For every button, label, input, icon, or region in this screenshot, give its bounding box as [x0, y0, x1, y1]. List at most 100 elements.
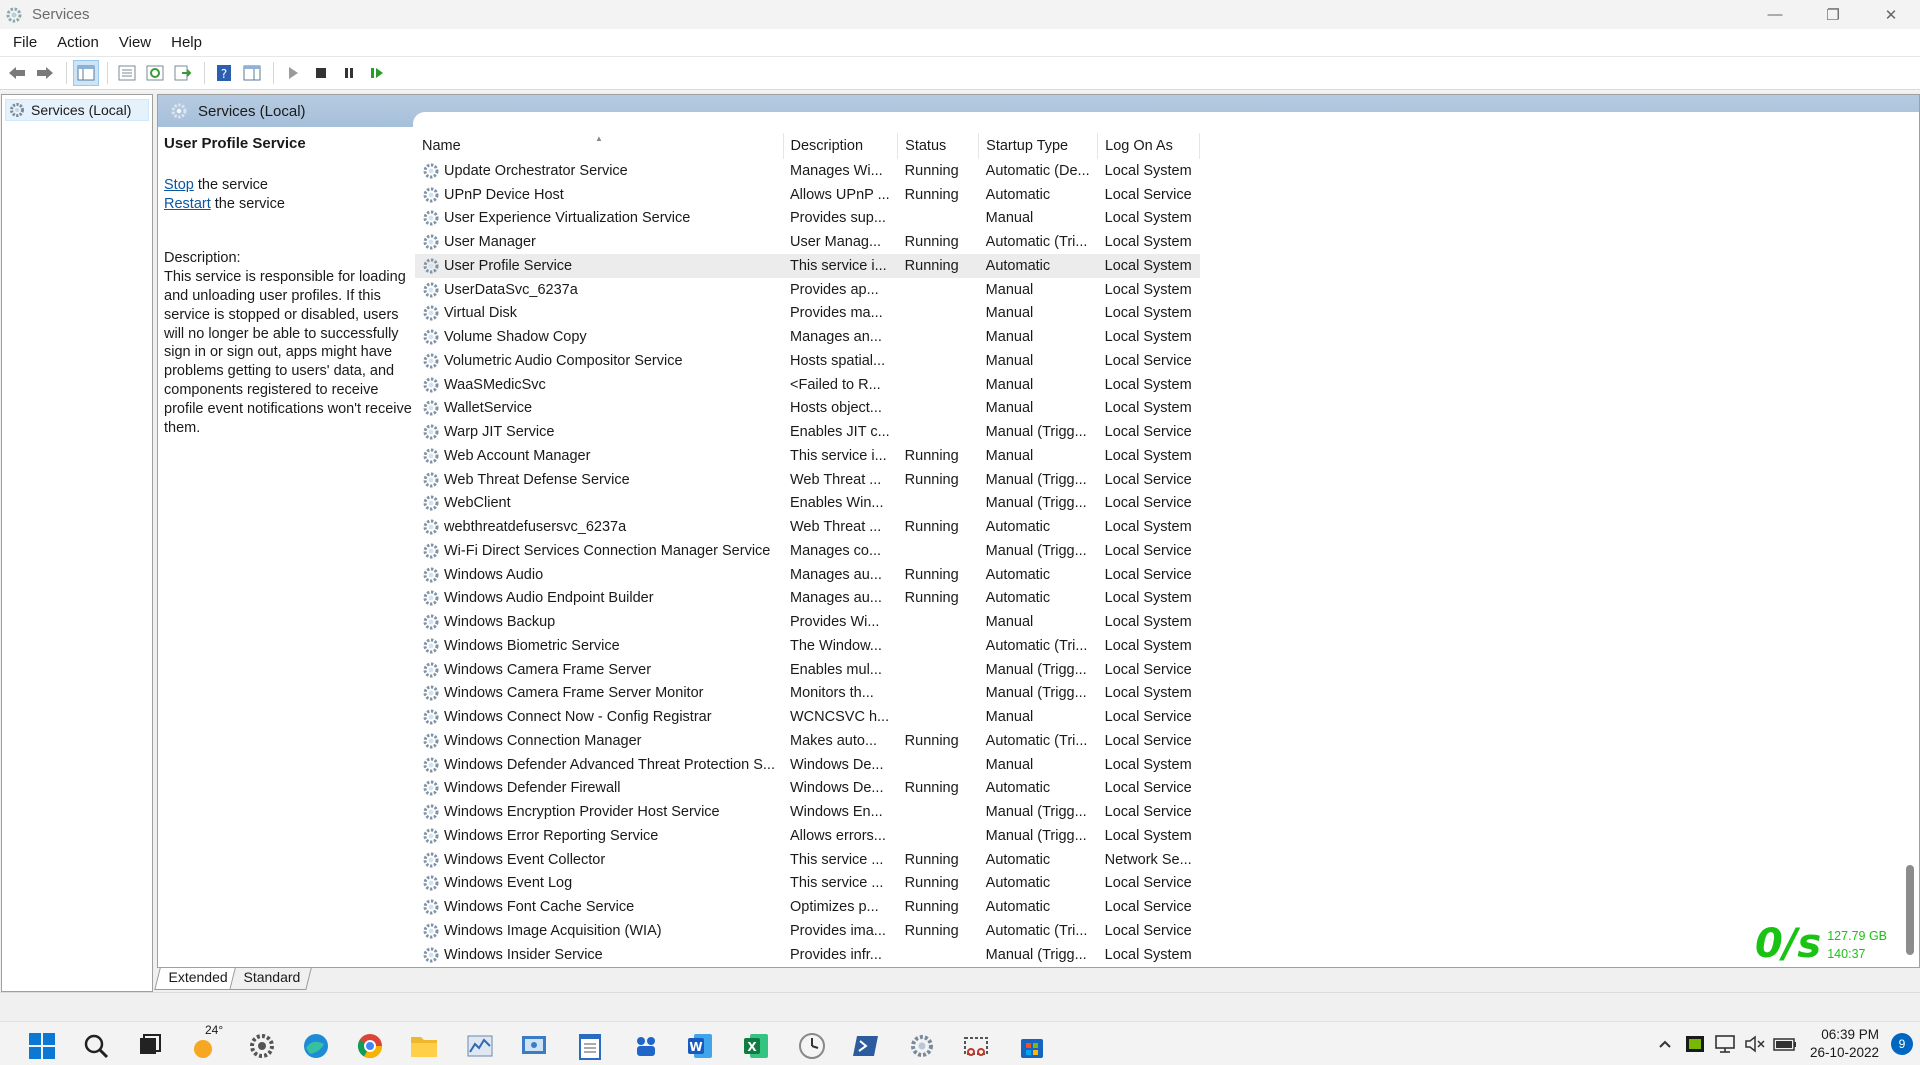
table-row[interactable]: Web Threat Defense Service Web Threat ...…: [415, 468, 1200, 492]
powershell-icon[interactable]: [850, 1030, 882, 1062]
clock-app-icon[interactable]: [796, 1030, 828, 1062]
stop-service-icon[interactable]: [308, 60, 334, 86]
chrome-browser-icon[interactable]: [354, 1030, 386, 1062]
table-row[interactable]: WalletService Hosts object... Manual Local …: [415, 397, 1200, 421]
service-name: Virtual Disk: [444, 305, 518, 322]
word-app-icon[interactable]: W: [684, 1030, 716, 1062]
cell-startup-type: Manual (Trigg...: [985, 661, 1087, 678]
menu-action[interactable]: Action: [49, 34, 107, 51]
control-panel-icon[interactable]: [518, 1030, 550, 1062]
back-arrow-icon[interactable]: [4, 60, 30, 86]
table-row[interactable]: UPnP Device Host Allows UPnP ... Running Au…: [415, 183, 1200, 207]
table-row[interactable]: Windows Defender Advanced Threat Protect…: [415, 753, 1200, 777]
start-service-icon[interactable]: [280, 60, 306, 86]
tab-extended[interactable]: Extended: [154, 968, 239, 990]
menu-file[interactable]: File: [5, 34, 45, 51]
menu-help[interactable]: Help: [163, 34, 210, 51]
table-row[interactable]: Volumetric Audio Compositor Service Hosts…: [415, 349, 1200, 373]
cell-status: [898, 373, 979, 397]
table-row[interactable]: Windows Insider Service Provides infr... M…: [415, 943, 1200, 967]
cell-log-on-as: Local Service: [1104, 495, 1192, 512]
cell-status: Running: [897, 254, 979, 278]
tab-standard[interactable]: Standard: [229, 968, 312, 990]
table-row[interactable]: Windows Camera Frame Server Enables mul..…: [415, 658, 1200, 682]
task-view-icon[interactable]: [134, 1030, 166, 1062]
vertical-scrollbar[interactable]: [1901, 127, 1919, 967]
table-row[interactable]: Windows Biometric Service The Window... Au…: [415, 634, 1200, 658]
chevron-up-icon[interactable]: [1652, 1031, 1678, 1057]
pause-service-icon[interactable]: [336, 60, 362, 86]
table-row[interactable]: Web Account Manager This service i... Runn…: [415, 444, 1200, 468]
table-row[interactable]: Windows Audio Endpoint Builder Manages au…: [415, 587, 1200, 611]
snipping-tool-icon[interactable]: [960, 1030, 992, 1062]
table-row[interactable]: Windows Audio Manages au... Running Automat…: [415, 563, 1200, 587]
table-row[interactable]: Windows Event Collector This service ... R…: [415, 848, 1200, 872]
edge-browser-icon[interactable]: [300, 1030, 332, 1062]
scrollbar-thumb[interactable]: [1906, 865, 1914, 955]
table-row[interactable]: Volume Shadow Copy Manages an... Manual Loc…: [415, 325, 1200, 349]
table-row[interactable]: Virtual Disk Provides ma... Manual Local Sy…: [415, 302, 1200, 326]
refresh-icon[interactable]: [142, 60, 168, 86]
performance-monitor-icon[interactable]: [464, 1030, 496, 1062]
table-row[interactable]: Windows Image Acquisition (WIA) Provides …: [415, 919, 1200, 943]
table-row[interactable]: Windows Connect Now - Config Registrar WC…: [415, 705, 1200, 729]
table-row[interactable]: webthreatdefusersvc_6237a Web Threat ... R…: [415, 515, 1200, 539]
forward-arrow-icon[interactable]: [32, 60, 58, 86]
store-app-icon[interactable]: [1016, 1030, 1048, 1062]
table-row[interactable]: User Experience Virtualization Service Pr…: [415, 207, 1200, 231]
search-icon[interactable]: [80, 1030, 112, 1062]
service-gear-icon: [423, 495, 439, 511]
table-row[interactable]: Wi-Fi Direct Services Connection Manager…: [415, 539, 1200, 563]
weather-temp: 24°: [205, 1023, 224, 1037]
battery-charging-icon[interactable]: [1772, 1031, 1798, 1057]
menu-view[interactable]: View: [111, 34, 159, 51]
table-row[interactable]: Warp JIT Service Enables JIT c... Manual (…: [415, 420, 1200, 444]
table-row[interactable]: WebClient Enables Win... Manual (Trigg... L…: [415, 492, 1200, 516]
column-header-description[interactable]: Description: [783, 133, 899, 159]
column-header-name[interactable]: Name ▲: [415, 133, 784, 159]
stop-service-link[interactable]: Stop: [164, 177, 194, 193]
excel-app-icon[interactable]: X: [740, 1030, 772, 1062]
table-row[interactable]: Windows Font Cache Service Optimizes p...…: [415, 895, 1200, 919]
restore-button[interactable]: ❐: [1804, 0, 1862, 29]
service-gear-icon: [423, 305, 439, 321]
settings-gear-icon[interactable]: [246, 1030, 278, 1062]
services-app-icon[interactable]: [906, 1030, 938, 1062]
clock[interactable]: 06:39 PM 26-10-2022: [1810, 1026, 1879, 1062]
table-row[interactable]: Windows Connection Manager Makes auto... R…: [415, 729, 1200, 753]
restart-service-icon[interactable]: [364, 60, 390, 86]
teams-app-icon[interactable]: [630, 1030, 662, 1062]
show-console-tree-icon[interactable]: [73, 60, 99, 86]
column-header-log-on-as[interactable]: Log On As: [1097, 133, 1201, 159]
table-row[interactable]: Windows Encryption Provider Host Service…: [415, 800, 1200, 824]
close-button[interactable]: ✕: [1862, 0, 1920, 29]
minimize-button[interactable]: —: [1746, 0, 1804, 29]
service-gear-icon: [423, 733, 439, 749]
table-row[interactable]: Windows Error Reporting Service Allows er…: [415, 824, 1200, 848]
notepad-icon[interactable]: [574, 1030, 606, 1062]
export-list-icon[interactable]: [170, 60, 196, 86]
file-explorer-icon[interactable]: [408, 1030, 440, 1062]
table-row[interactable]: Windows Event Log This service ... Running…: [415, 872, 1200, 896]
table-row[interactable]: Windows Backup Provides Wi... Manual Local …: [415, 610, 1200, 634]
table-row[interactable]: User Profile Service This service i... Run…: [415, 254, 1200, 278]
table-row[interactable]: Windows Camera Frame Server Monitor Monit…: [415, 682, 1200, 706]
start-windows-icon[interactable]: [26, 1030, 58, 1062]
notification-badge[interactable]: 9: [1891, 1033, 1913, 1055]
table-row[interactable]: UserDataSvc_6237a Provides ap... Manual Loc…: [415, 278, 1200, 302]
table-row[interactable]: User Manager User Manag... Running Automati…: [415, 230, 1200, 254]
properties-icon[interactable]: [114, 60, 140, 86]
table-row[interactable]: Update Orchestrator Service Manages Wi...…: [415, 159, 1200, 183]
column-header-startup-type[interactable]: Startup Type: [978, 133, 1099, 159]
column-header-status[interactable]: Status: [897, 133, 980, 159]
cell-log-on-as: Local Service: [1104, 352, 1192, 369]
table-row[interactable]: Windows Defender Firewall Windows De... Ru…: [415, 777, 1200, 801]
show-action-pane-icon[interactable]: [239, 60, 265, 86]
table-row[interactable]: WaaSMedicSvc <Failed to R... Manual Local S…: [415, 373, 1200, 397]
tree-item-services-local[interactable]: Services (Local): [5, 99, 149, 121]
network-icon[interactable]: [1712, 1031, 1738, 1057]
nvidia-icon[interactable]: [1682, 1031, 1708, 1057]
help-icon[interactable]: ?: [211, 60, 237, 86]
volume-muted-icon[interactable]: [1742, 1031, 1768, 1057]
restart-service-link[interactable]: Restart: [164, 196, 211, 212]
